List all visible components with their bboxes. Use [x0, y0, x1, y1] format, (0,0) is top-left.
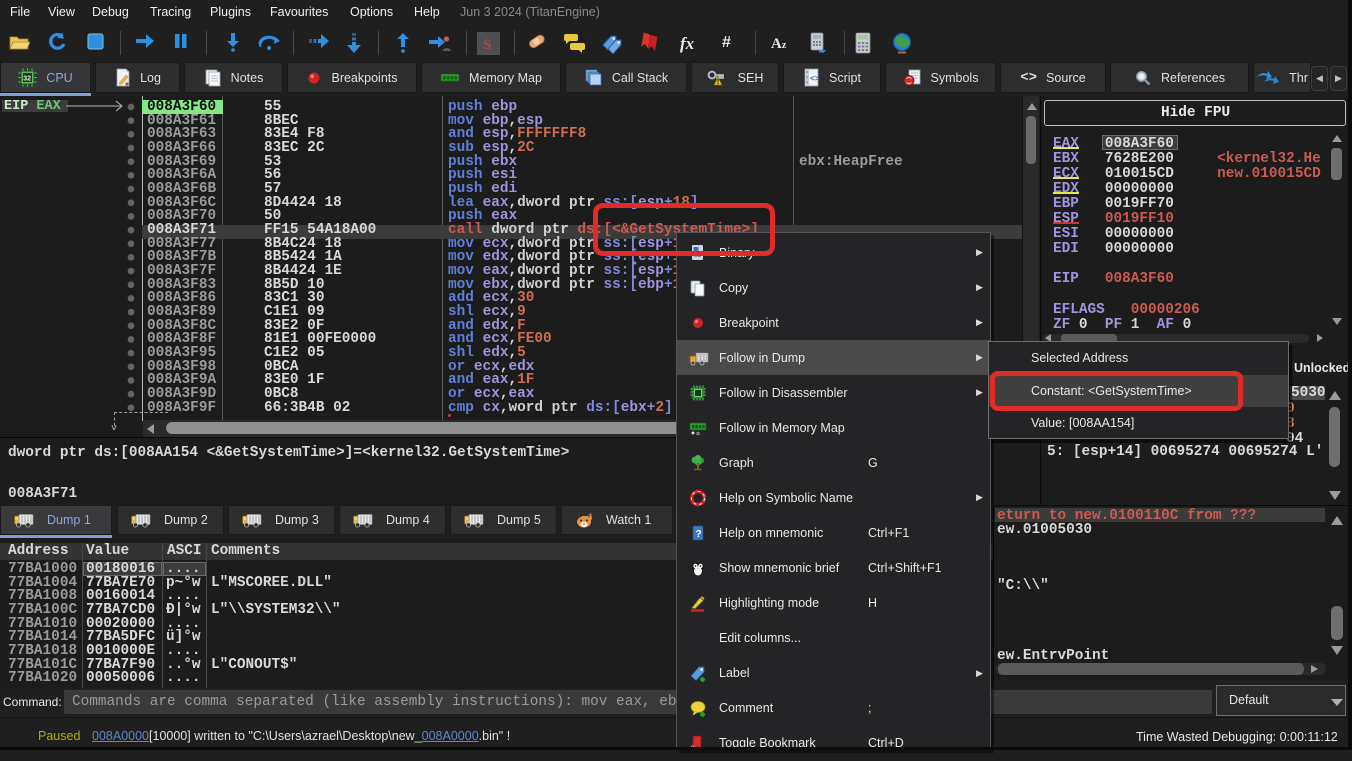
svg-text:S: S: [483, 37, 491, 53]
svg-text:<>: <>: [810, 75, 820, 84]
svg-text:?: ?: [696, 529, 702, 540]
svg-text:32: 32: [23, 76, 31, 83]
svg-text:!: !: [716, 77, 719, 86]
